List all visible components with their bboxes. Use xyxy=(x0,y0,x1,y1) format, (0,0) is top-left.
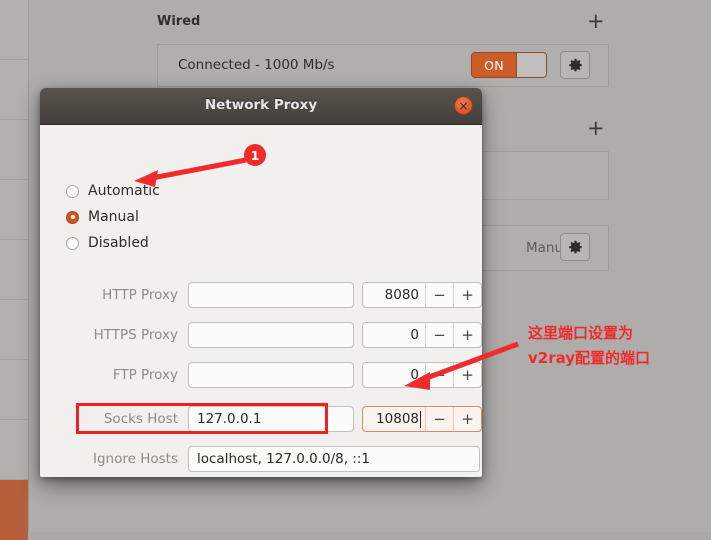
https-proxy-port-value[interactable]: 0 xyxy=(363,323,425,347)
toggle-on-label: ON xyxy=(472,53,516,77)
radio-indicator-selected xyxy=(66,210,79,224)
field-row-http-proxy: HTTP Proxy 8080 − + xyxy=(40,282,482,308)
plus-icon[interactable]: + xyxy=(453,283,481,307)
sidebar-item[interactable] xyxy=(0,60,28,120)
field-row-https-proxy: HTTPS Proxy 0 − + xyxy=(40,322,482,348)
plus-icon[interactable]: + xyxy=(453,407,481,431)
http-proxy-port-spinner[interactable]: 8080 − + xyxy=(362,282,482,308)
gear-icon xyxy=(568,240,582,253)
radio-automatic[interactable]: Automatic xyxy=(66,183,160,199)
socks-port-spinner[interactable]: 10808 − + xyxy=(362,406,482,432)
sidebar-item[interactable] xyxy=(0,300,28,360)
radio-indicator xyxy=(66,236,79,250)
network-proxy-dialog: Network Proxy × Automatic Manual Disable… xyxy=(40,88,482,477)
plus-icon[interactable]: + xyxy=(453,323,481,347)
field-row-ftp-proxy: FTP Proxy 0 − + xyxy=(40,362,482,388)
ignore-hosts-input[interactable]: localhost, 127.0.0.0/8, ::1 xyxy=(188,446,480,472)
sidebar-item-selected[interactable] xyxy=(0,480,28,540)
minus-icon[interactable]: − xyxy=(425,407,453,431)
minus-icon[interactable]: − xyxy=(425,323,453,347)
proxy-settings-button[interactable] xyxy=(560,233,590,261)
wired-status-label: Connected - 1000 Mb/s xyxy=(178,57,335,73)
wired-toggle[interactable]: ON xyxy=(471,52,547,78)
https-proxy-host-input[interactable] xyxy=(188,322,354,348)
dialog-titlebar[interactable]: Network Proxy × xyxy=(40,88,482,125)
https-proxy-port-spinner[interactable]: 0 − + xyxy=(362,322,482,348)
dialog-title: Network Proxy xyxy=(204,97,318,113)
field-row-ignore-hosts: Ignore Hosts localhost, 127.0.0.0/8, ::1 xyxy=(40,446,482,472)
radio-label: Automatic xyxy=(88,183,160,199)
settings-sidebar[interactable] xyxy=(0,0,29,540)
dialog-body: Automatic Manual Disabled HTTP Proxy 808… xyxy=(40,125,482,477)
sidebar-item[interactable] xyxy=(0,120,28,180)
socks-host-input[interactable]: 127.0.0.1 xyxy=(188,406,354,432)
sidebar-item[interactable] xyxy=(0,420,28,480)
field-label: Socks Host xyxy=(103,411,178,427)
add-connection-button[interactable]: + xyxy=(587,11,605,32)
field-label: HTTPS Proxy xyxy=(93,327,178,343)
add-vpn-button[interactable]: + xyxy=(587,118,605,139)
socks-port-value[interactable]: 10808 xyxy=(363,407,425,431)
close-button[interactable]: × xyxy=(454,96,473,115)
sidebar-item[interactable] xyxy=(0,360,28,420)
close-icon: × xyxy=(458,98,469,113)
http-proxy-host-input[interactable] xyxy=(188,282,354,308)
ftp-proxy-port-value[interactable]: 0 xyxy=(363,363,425,387)
radio-disabled[interactable]: Disabled xyxy=(66,235,149,251)
sidebar-item[interactable] xyxy=(0,180,28,240)
toggle-knob xyxy=(516,53,546,77)
radio-indicator xyxy=(66,184,79,198)
radio-label: Manual xyxy=(88,209,139,225)
field-label: FTP Proxy xyxy=(112,367,178,383)
sidebar-item[interactable] xyxy=(0,0,28,60)
wired-settings-button[interactable] xyxy=(560,51,590,79)
ftp-proxy-port-spinner[interactable]: 0 − + xyxy=(362,362,482,388)
gear-icon xyxy=(568,58,582,71)
http-proxy-port-value[interactable]: 8080 xyxy=(363,283,425,307)
minus-icon[interactable]: − xyxy=(425,283,453,307)
sidebar-item[interactable] xyxy=(0,240,28,300)
radio-manual[interactable]: Manual xyxy=(66,209,139,225)
field-label: Ignore Hosts xyxy=(93,451,178,467)
field-label: HTTP Proxy xyxy=(102,287,178,303)
field-row-socks-host: Socks Host 127.0.0.1 10808 − + xyxy=(40,406,482,432)
minus-icon[interactable]: − xyxy=(425,363,453,387)
plus-icon[interactable]: + xyxy=(453,363,481,387)
ftp-proxy-host-input[interactable] xyxy=(188,362,354,388)
radio-label: Disabled xyxy=(88,235,149,251)
wired-section-title: Wired xyxy=(157,14,201,29)
